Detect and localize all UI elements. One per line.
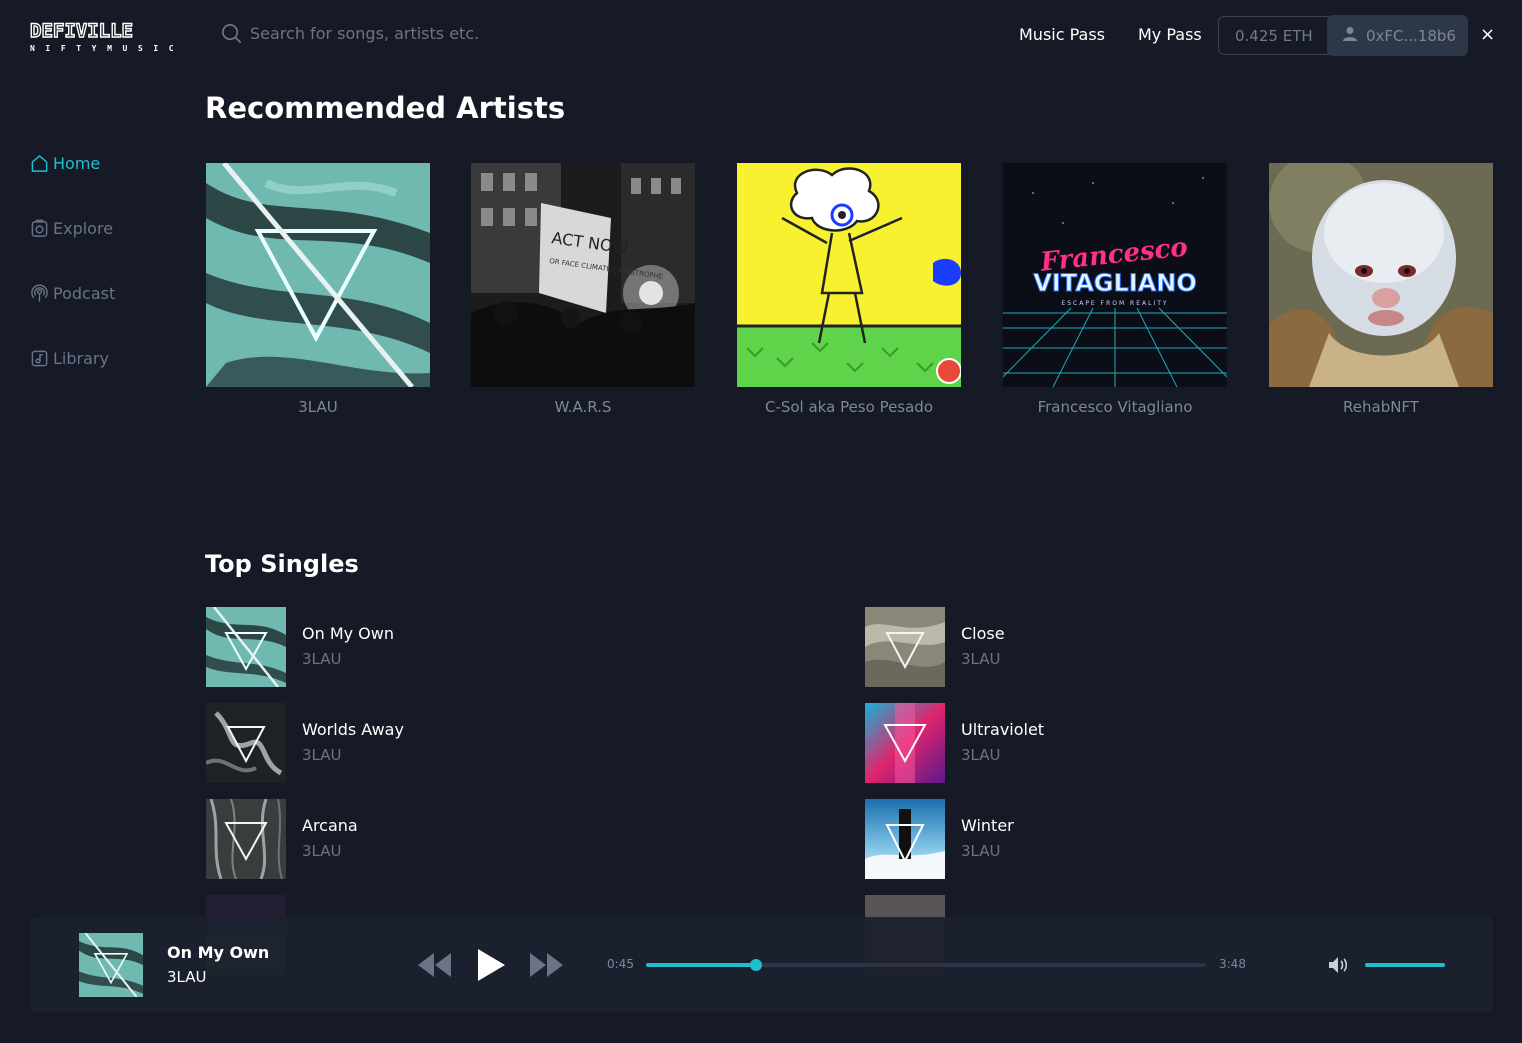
progress-slider[interactable] bbox=[646, 959, 1206, 971]
artist-cover-art bbox=[206, 163, 430, 387]
artist-cover-art bbox=[1269, 163, 1493, 387]
now-playing-artist: 3LAU bbox=[167, 968, 207, 986]
sidebar-item-label: Home bbox=[53, 154, 101, 173]
artist-cover-art: Francesco VITAGLIANO ESCAPE FROM REALITY bbox=[1003, 163, 1227, 387]
user-icon bbox=[1343, 26, 1357, 41]
single-arcana[interactable]: Arcana 3LAU bbox=[206, 799, 606, 879]
single-thumbnail bbox=[206, 607, 286, 687]
artist-cover bbox=[1269, 163, 1493, 387]
single-on-my-own[interactable]: On My Own 3LAU bbox=[206, 607, 606, 687]
brand-logo[interactable]: DEFIVILLE NIFTYMUSIC bbox=[29, 20, 185, 53]
artist-name: Francesco Vitagliano bbox=[1037, 398, 1193, 416]
single-thumbnail bbox=[865, 607, 945, 687]
cover-sub-text: ESCAPE FROM REALITY bbox=[1061, 300, 1168, 307]
elapsed-time: 0:45 bbox=[607, 957, 634, 971]
artist-name: W.A.R.S bbox=[554, 398, 612, 416]
sidebar-item-label: Explore bbox=[53, 219, 114, 238]
sidebar-item-library[interactable]: Library bbox=[30, 349, 109, 368]
now-playing-thumbnail bbox=[79, 933, 143, 997]
single-artist: 3LAU bbox=[302, 746, 342, 764]
single-artist: 3LAU bbox=[961, 650, 1001, 668]
search-icon bbox=[222, 24, 241, 43]
artist-cover-art: ACT NOW OR FACE CLIMATE CATASTROPHE bbox=[471, 163, 695, 387]
search-bar bbox=[220, 22, 570, 45]
sidebar-item-explore[interactable]: Explore bbox=[30, 219, 113, 238]
single-title: Winter bbox=[961, 816, 1014, 835]
single-thumbnail bbox=[206, 703, 286, 783]
library-icon bbox=[31, 350, 48, 367]
volume-fill bbox=[1365, 963, 1445, 967]
podcast-icon bbox=[31, 284, 48, 302]
single-title: Worlds Away bbox=[302, 720, 404, 739]
play-icon[interactable] bbox=[476, 948, 506, 982]
single-title: On My Own bbox=[302, 624, 394, 643]
single-thumbnail bbox=[865, 703, 945, 783]
artist-cover: Francesco VITAGLIANO ESCAPE FROM REALITY bbox=[1003, 163, 1227, 387]
single-artist: 3LAU bbox=[302, 650, 342, 668]
home-icon bbox=[31, 155, 48, 172]
sidebar-item-label: Podcast bbox=[53, 284, 116, 303]
artist-cover bbox=[206, 163, 430, 387]
volume-icon[interactable] bbox=[1328, 956, 1350, 974]
music-pass-link[interactable]: Music Pass bbox=[1019, 25, 1105, 44]
single-artist: 3LAU bbox=[961, 842, 1001, 860]
single-title: Arcana bbox=[302, 816, 358, 835]
explore-icon bbox=[31, 219, 48, 237]
artist-card-c-sol[interactable]: C-Sol aka Peso Pesado bbox=[737, 163, 961, 416]
progress-fill bbox=[646, 963, 757, 967]
artist-name: RehabNFT bbox=[1343, 398, 1419, 416]
progress-handle[interactable] bbox=[750, 959, 763, 971]
music-player-bar: On My Own 3LAU 0:45 3:48 bbox=[30, 917, 1493, 1012]
single-artist: 3LAU bbox=[961, 746, 1001, 764]
close-icon[interactable]: × bbox=[1480, 24, 1495, 45]
recommended-title: Recommended Artists bbox=[205, 91, 566, 125]
artist-name: C-Sol aka Peso Pesado bbox=[764, 398, 934, 416]
sidebar-item-label: Library bbox=[53, 349, 109, 368]
now-playing-title: On My Own bbox=[167, 943, 270, 962]
rewind-icon[interactable] bbox=[417, 951, 453, 979]
my-pass-link[interactable]: My Pass bbox=[1138, 25, 1202, 44]
artist-card-rehabnft[interactable]: RehabNFT bbox=[1269, 163, 1493, 416]
single-close[interactable]: Close 3LAU bbox=[865, 607, 1265, 687]
artist-cover-art bbox=[737, 163, 961, 387]
brand-name: DEFIVILLE bbox=[29, 20, 133, 42]
wallet-address: 0xFC...18b6 bbox=[1366, 26, 1456, 45]
wallet-button[interactable]: 0xFC...18b6 bbox=[1327, 15, 1468, 56]
artist-card-3lau[interactable]: 3LAU bbox=[206, 163, 430, 416]
artist-card-francesco-vitagliano[interactable]: Francesco VITAGLIANO ESCAPE FROM REALITY… bbox=[1003, 163, 1227, 416]
sidebar-item-home[interactable]: Home bbox=[30, 154, 100, 173]
single-ultraviolet[interactable]: Ultraviolet 3LAU bbox=[865, 703, 1265, 783]
artist-card-wars[interactable]: ACT NOW OR FACE CLIMATE CATASTROPHE W.A.… bbox=[471, 163, 695, 416]
single-title: Ultraviolet bbox=[961, 720, 1045, 739]
search-input[interactable] bbox=[250, 24, 570, 43]
single-thumbnail bbox=[865, 799, 945, 879]
volume-slider[interactable] bbox=[1365, 963, 1445, 967]
fast-forward-icon[interactable] bbox=[528, 951, 564, 979]
single-thumbnail bbox=[206, 799, 286, 879]
single-artist: 3LAU bbox=[302, 842, 342, 860]
artist-cover bbox=[737, 163, 961, 387]
duration-time: 3:48 bbox=[1219, 957, 1246, 971]
cover-main-text: VITAGLIANO bbox=[1033, 269, 1197, 297]
top-singles-title: Top Singles bbox=[205, 550, 359, 578]
single-winter[interactable]: Winter 3LAU bbox=[865, 799, 1265, 879]
sidebar-item-podcast[interactable]: Podcast bbox=[30, 284, 115, 303]
artist-cover: ACT NOW OR FACE CLIMATE CATASTROPHE bbox=[471, 163, 695, 387]
single-title: Close bbox=[961, 624, 1005, 643]
brand-tagline: NIFTYMUSIC bbox=[30, 44, 185, 53]
artist-name: 3LAU bbox=[298, 398, 338, 416]
single-worlds-away[interactable]: Worlds Away 3LAU bbox=[206, 703, 606, 783]
